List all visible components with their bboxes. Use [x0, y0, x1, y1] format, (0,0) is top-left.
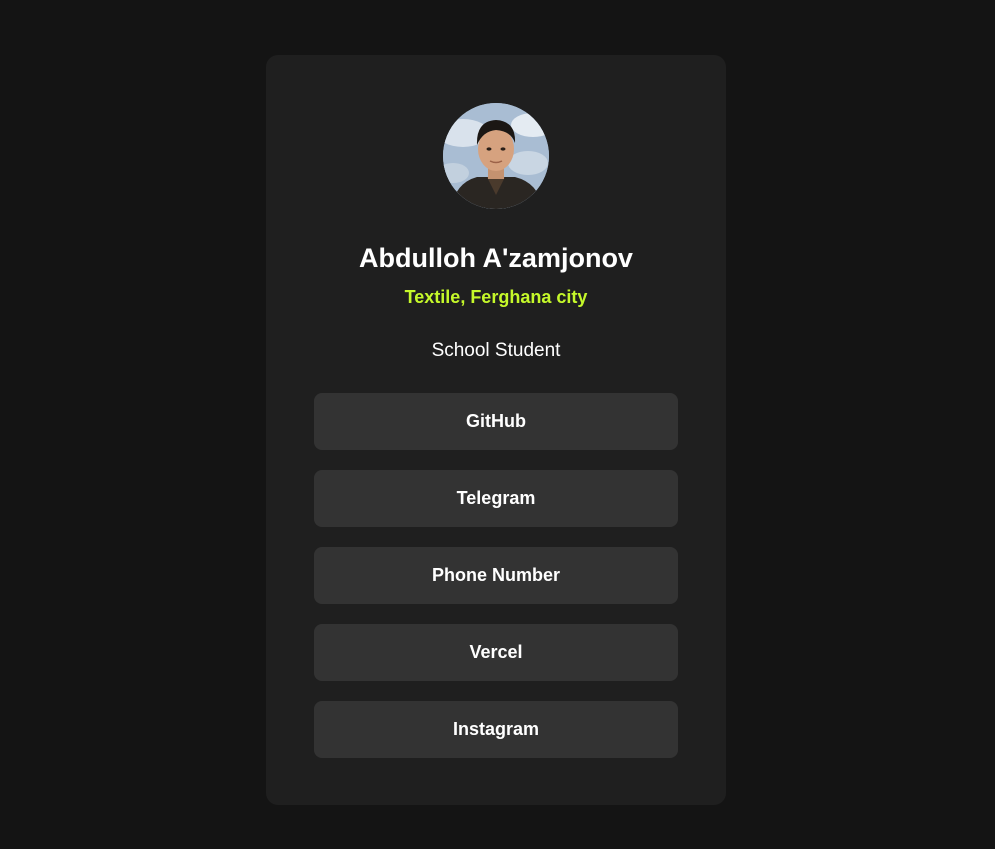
instagram-link-button[interactable]: Instagram: [314, 701, 678, 758]
github-link-button[interactable]: GitHub: [314, 393, 678, 450]
avatar: [443, 103, 549, 209]
avatar-photo: [443, 103, 549, 209]
profile-card: Abdulloh A'zamjonov Textile, Ferghana ci…: [266, 55, 726, 805]
profile-name: Abdulloh A'zamjonov: [359, 243, 633, 273]
phone-number-link-button[interactable]: Phone Number: [314, 547, 678, 604]
profile-role: School Student: [431, 340, 561, 361]
vercel-link-button[interactable]: Vercel: [314, 624, 678, 681]
profile-location: Textile, Ferghana city: [404, 287, 588, 307]
link-list: GitHub Telegram Phone Number Vercel Inst…: [314, 393, 678, 758]
telegram-link-button[interactable]: Telegram: [314, 470, 678, 527]
